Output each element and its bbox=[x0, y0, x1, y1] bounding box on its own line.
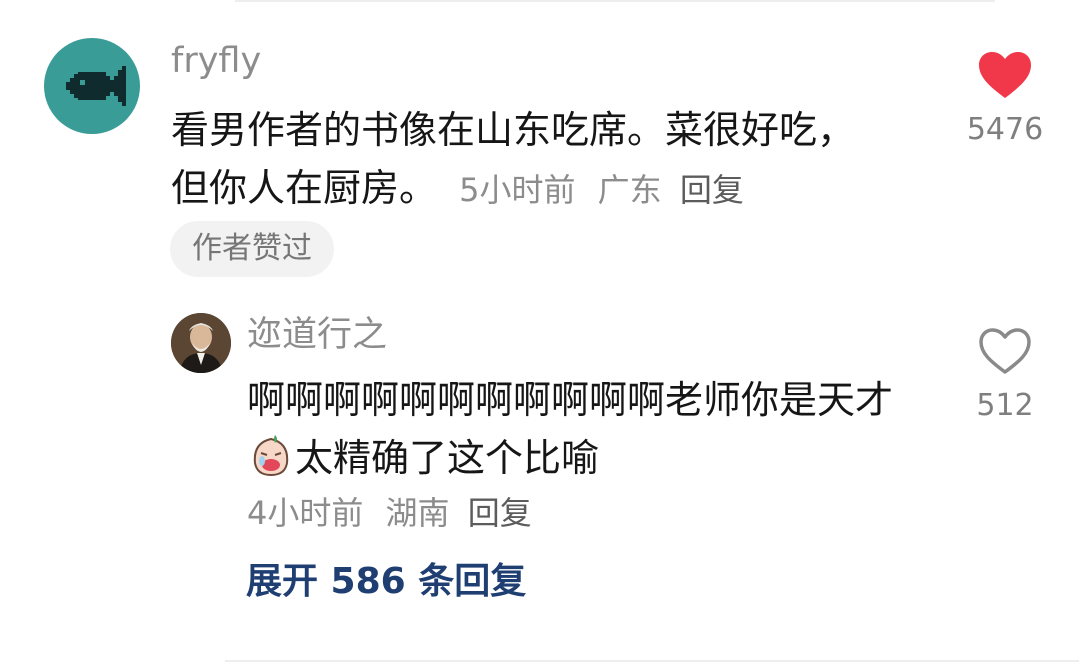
comment-location: 广东 bbox=[597, 171, 662, 209]
reply-body-line2: 太精确了这个比喻 bbox=[295, 436, 600, 480]
reply-like-button[interactable]: 512 bbox=[960, 326, 1050, 423]
heart-outline-icon bbox=[979, 328, 1031, 374]
crying-face-emoji-icon bbox=[249, 433, 293, 477]
reply-like-count: 512 bbox=[976, 388, 1034, 423]
reply-reply-button[interactable]: 回复 bbox=[468, 494, 532, 532]
like-button[interactable]: 5476 bbox=[960, 50, 1050, 147]
heart-filled-icon bbox=[979, 52, 1031, 98]
comment-username[interactable]: fryfly bbox=[171, 44, 261, 79]
like-count: 5476 bbox=[966, 112, 1044, 147]
reply-location: 湖南 bbox=[385, 494, 450, 532]
avatar[interactable] bbox=[44, 38, 140, 134]
comment-time: 5小时前 bbox=[459, 171, 576, 209]
reply-text-line2: 太精确了这个比喻 bbox=[247, 429, 927, 487]
top-divider bbox=[235, 0, 995, 2]
reply-username[interactable]: 迩道行之 bbox=[247, 318, 387, 353]
reply-time: 4小时前 bbox=[247, 494, 364, 532]
expand-replies-button[interactable]: 展开 586 条回复 bbox=[246, 564, 526, 600]
author-liked-badge: 作者赞过 bbox=[170, 221, 334, 277]
reply-avatar[interactable] bbox=[171, 313, 231, 373]
fish-icon bbox=[66, 66, 126, 106]
reply-meta: 4小时前 湖南 回复 bbox=[247, 488, 532, 534]
comment-text: 看男作者的书像在山东吃席。菜很好吃，但你人在厨房。 5小时前 广东 回复 bbox=[171, 101, 871, 219]
reply-body-line1: 啊啊啊啊啊啊啊啊啊啊啊老师你是天才 bbox=[247, 378, 894, 422]
bottom-divider bbox=[225, 660, 1079, 662]
reply-button[interactable]: 回复 bbox=[680, 171, 744, 209]
reply-text: 啊啊啊啊啊啊啊啊啊啊啊老师你是天才 bbox=[247, 371, 927, 429]
portrait-avatar-image bbox=[171, 313, 231, 373]
